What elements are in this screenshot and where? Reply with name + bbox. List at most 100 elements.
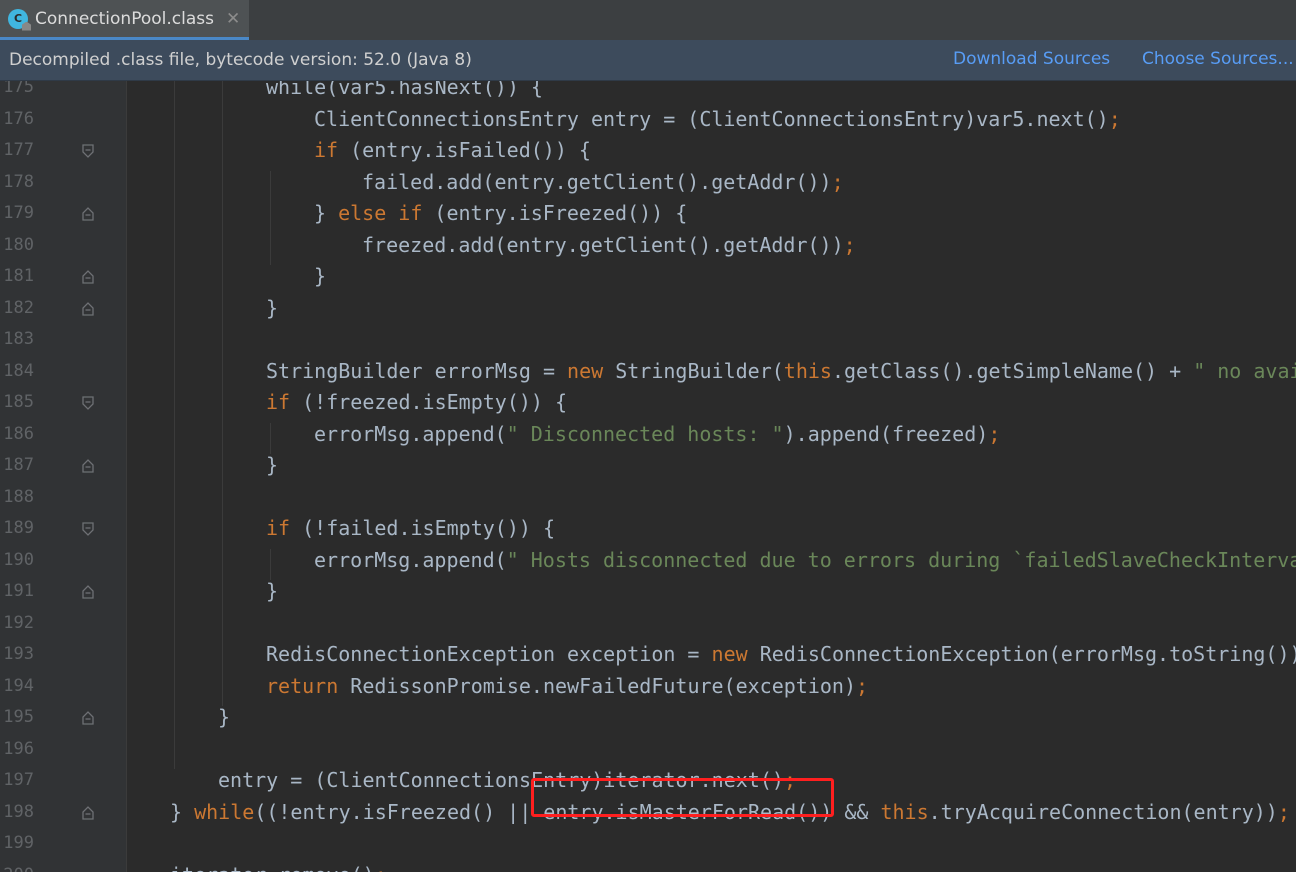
code-line[interactable]: 198 } while((!entry.isFreezed() || entry.… <box>0 797 1296 829</box>
keyword-token: ; <box>988 421 1001 446</box>
fold-open-icon[interactable] <box>81 522 95 536</box>
choose-sources-link[interactable]: Choose Sources... <box>1142 49 1294 69</box>
line-number: 185 <box>3 392 34 412</box>
download-sources-link[interactable]: Download Sources <box>953 49 1110 69</box>
keyword-token: ; <box>843 232 856 257</box>
line-number: 199 <box>3 833 34 853</box>
code-text: while(var5.hasNext()) { <box>266 81 543 104</box>
line-number: 190 <box>3 549 34 570</box>
code-text: StringBuilder errorMsg = new StringBuild… <box>266 356 1296 388</box>
line-number: 176 <box>3 108 34 129</box>
string-token: " no available Redis entries. " <box>1193 358 1296 383</box>
code-token: } <box>314 201 339 225</box>
code-token: } <box>314 264 327 288</box>
line-number: 187 <box>3 455 34 475</box>
tab-connectionpool-class[interactable]: C ConnectionPool.class ✕ <box>0 0 249 40</box>
keyword-token: ; <box>783 768 796 792</box>
code-text: } <box>266 293 278 325</box>
code-token: RedissonPromise.newFailedFuture(exceptio… <box>338 673 857 698</box>
code-token: } <box>266 295 279 320</box>
line-number: 197 <box>3 770 34 790</box>
close-icon[interactable]: ✕ <box>226 9 240 29</box>
code-line[interactable]: 186 errorMsg.append(" Disconnected hosts:… <box>0 419 1296 451</box>
code-line[interactable]: 191} <box>0 576 1296 608</box>
code-line[interactable]: 187} <box>0 450 1296 482</box>
keyword-token: while <box>194 799 255 824</box>
code-line[interactable]: 200 iterator.remove(); <box>0 860 1296 872</box>
code-line[interactable]: 199 <box>0 828 1296 860</box>
fold-close-icon[interactable] <box>81 805 95 820</box>
line-number: 177 <box>3 140 34 160</box>
class-file-icon: C <box>8 8 28 29</box>
code-line[interactable]: 177 if (entry.isFailed()) { <box>0 135 1296 167</box>
code-line[interactable]: 182} <box>0 293 1296 325</box>
line-number: 196 <box>3 738 34 759</box>
code-token: } <box>170 799 195 824</box>
line-number: 180 <box>3 234 34 255</box>
keyword-token: ; <box>856 673 869 698</box>
code-line[interactable]: 188 <box>0 482 1296 514</box>
code-line[interactable]: 175 while(var5.hasNext()) { <box>0 81 1296 104</box>
code-token: errorMsg.append( <box>314 547 507 572</box>
fold-open-icon[interactable] <box>81 144 95 158</box>
fold-close-icon[interactable] <box>81 301 95 316</box>
code-line[interactable]: 185 if (!freezed.isEmpty()) { <box>0 387 1296 419</box>
keyword-token: this <box>783 358 832 383</box>
code-token: ).append(freezed) <box>783 421 989 446</box>
line-number: 188 <box>3 486 34 507</box>
line-number: 186 <box>3 423 34 444</box>
decompiled-banner: Decompiled .class file, bytecode version… <box>0 40 1296 81</box>
code-token: entry = (ClientConnectionsEntry)iterator… <box>218 768 784 792</box>
code-token: failed.add(entry.getClient().getAddr()) <box>362 169 832 194</box>
code-line[interactable]: 184 StringBuilder errorMsg = new StringBu… <box>0 356 1296 388</box>
code-line[interactable]: 179} else if (entry.isFreezed()) { <box>0 198 1296 230</box>
code-line[interactable]: 197 entry = (ClientConnectionsEntry)itera… <box>0 765 1296 797</box>
code-text: errorMsg.append(" Disconnected hosts: ")… <box>314 419 1000 451</box>
line-number: 182 <box>3 297 34 318</box>
keyword-token: this <box>880 799 929 824</box>
code-token: RedisConnectionException(errorMsg.toStri… <box>747 642 1296 666</box>
code-token: .tryAcquireConnection(entry)) <box>928 799 1278 824</box>
keyword-token: else if <box>338 201 423 225</box>
code-text: } while((!entry.isFreezed() || entry.isM… <box>170 797 1290 829</box>
code-text: } <box>218 702 230 734</box>
fold-open-icon[interactable] <box>81 396 95 410</box>
keyword-token: if <box>314 138 339 162</box>
fold-close-icon[interactable] <box>81 459 95 473</box>
code-line[interactable]: 190 errorMsg.append(" Hosts disconnected … <box>0 545 1296 577</box>
code-line[interactable]: 193 RedisConnectionException exception = … <box>0 639 1296 671</box>
code-line[interactable]: 183 <box>0 324 1296 356</box>
code-text: } <box>266 576 278 608</box>
line-number: 184 <box>3 360 34 381</box>
line-number: 183 <box>3 329 34 349</box>
code-text: if (!failed.isEmpty()) { <box>266 513 555 545</box>
code-line[interactable]: 178 failed.add(entry.getClient().getAddr(… <box>0 167 1296 199</box>
code-token: } <box>266 453 279 477</box>
fold-close-icon[interactable] <box>81 585 95 599</box>
code-token: (!freezed.isEmpty()) { <box>290 390 568 414</box>
code-line[interactable]: 195} <box>0 702 1296 734</box>
code-line[interactable]: 196 <box>0 734 1296 766</box>
code-text: } <box>266 450 278 482</box>
code-line[interactable]: 194 return RedissonPromise.newFailedFutur… <box>0 671 1296 703</box>
fold-close-icon[interactable] <box>81 207 95 221</box>
code-line[interactable]: 181} <box>0 261 1296 293</box>
fold-close-icon[interactable] <box>81 711 95 725</box>
keyword-token: ; <box>375 863 387 872</box>
line-number: 198 <box>3 801 34 822</box>
line-number: 181 <box>3 266 34 286</box>
string-token: " Disconnected hosts: " <box>506 421 784 446</box>
code-token: RedisConnectionException exception = <box>266 642 712 666</box>
code-token: freezed.add(entry.getClient().getAddr()) <box>362 232 844 257</box>
code-editor[interactable]: 175 while(var5.hasNext()) {176 ClientConne… <box>0 81 1296 872</box>
code-line[interactable]: 176 ClientConnectionsEntry entry = (Clien… <box>0 104 1296 136</box>
code-line[interactable]: 189 if (!failed.isEmpty()) { <box>0 513 1296 545</box>
code-text: } <box>314 261 326 293</box>
fold-close-icon[interactable] <box>81 270 95 284</box>
keyword-token: if <box>266 390 291 414</box>
code-line[interactable]: 180 freezed.add(entry.getClient().getAddr… <box>0 230 1296 262</box>
line-number: 200 <box>0 860 34 872</box>
code-line[interactable]: 192 <box>0 608 1296 640</box>
code-token: } <box>218 705 231 729</box>
code-text: if (entry.isFailed()) { <box>314 135 591 167</box>
